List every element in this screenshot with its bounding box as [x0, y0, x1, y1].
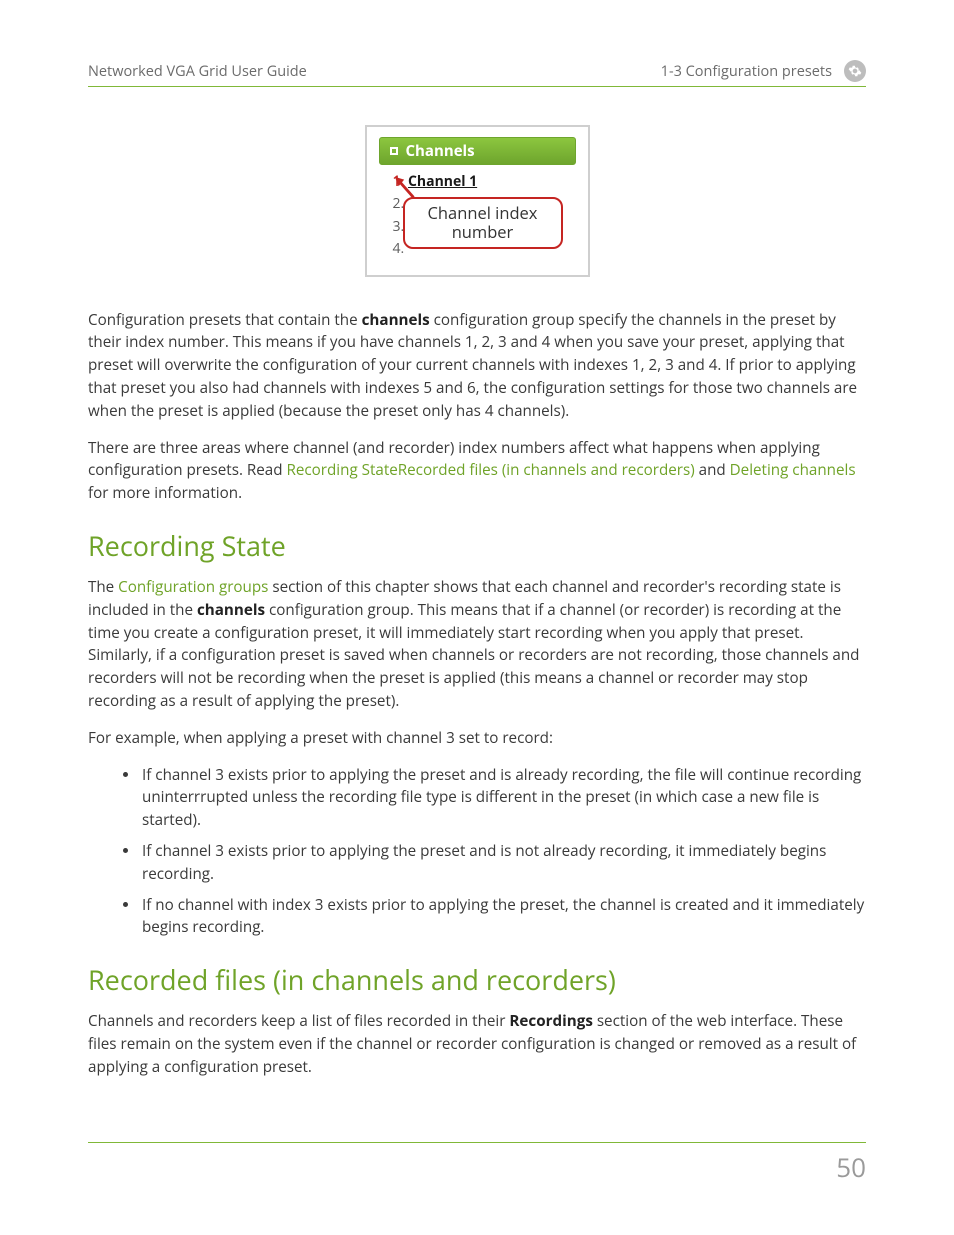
list-item: If no channel with index 3 exists prior …	[140, 894, 866, 940]
link-recorded-files[interactable]: Recorded files (in channels and recorder…	[398, 460, 695, 480]
channels-header-bar: Channels	[379, 137, 576, 165]
link-configuration-groups[interactable]: Configuration groups	[118, 577, 268, 597]
footer-rule	[88, 1142, 866, 1143]
heading-recorded-files: Recorded files (in channels and recorder…	[88, 961, 866, 998]
header-section-title: 1-3 Configuration presets	[661, 62, 832, 81]
paragraph-4: For example, when applying a preset with…	[88, 727, 866, 750]
link-deleting-channels[interactable]: Deleting channels	[730, 460, 856, 480]
example-bullet-list: If channel 3 exists prior to applying th…	[88, 764, 866, 940]
paragraph-5: Channels and recorders keep a list of fi…	[88, 1010, 866, 1078]
page-number: 50	[836, 1149, 866, 1185]
body-content: Configuration presets that contain the c…	[88, 309, 866, 1079]
heading-recording-state: Recording State	[88, 527, 866, 564]
channels-figure: Channels 1. Channel 1 2. 3. 4. Channel i…	[365, 125, 590, 277]
channel-index-4: 4.	[393, 239, 405, 258]
bold-recordings: Recordings	[509, 1011, 592, 1031]
square-bullet-icon	[390, 147, 398, 155]
channels-header-label: Channels	[406, 141, 475, 161]
link-recording-state[interactable]: Recording State	[286, 460, 397, 480]
bold-channels-1: channels	[362, 310, 430, 330]
gear-icon	[844, 60, 866, 82]
list-item: If channel 3 exists prior to applying th…	[140, 840, 866, 886]
callout-box: Channel index number	[403, 197, 563, 249]
figure-wrap: Channels 1. Channel 1 2. 3. 4. Channel i…	[88, 125, 866, 277]
paragraph-1: Configuration presets that contain the c…	[88, 309, 866, 423]
bold-channels-2: channels	[197, 600, 265, 620]
list-item: If channel 3 exists prior to applying th…	[140, 764, 866, 832]
paragraph-3: The Configuration groups section of this…	[88, 576, 866, 713]
header-guide-title: Networked VGA Grid User Guide	[88, 62, 307, 81]
page-header: Networked VGA Grid User Guide 1-3 Config…	[88, 60, 866, 87]
header-right-wrap: 1-3 Configuration presets	[661, 60, 866, 82]
paragraph-2: There are three areas where channel (and…	[88, 437, 866, 505]
channels-list: 1. Channel 1 2. 3. 4. Channel index numb…	[379, 165, 576, 261]
